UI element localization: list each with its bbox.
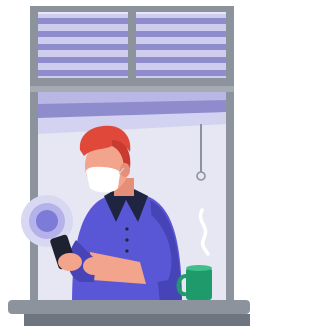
window-illustration bbox=[8, 6, 250, 326]
window-sill bbox=[8, 300, 250, 326]
